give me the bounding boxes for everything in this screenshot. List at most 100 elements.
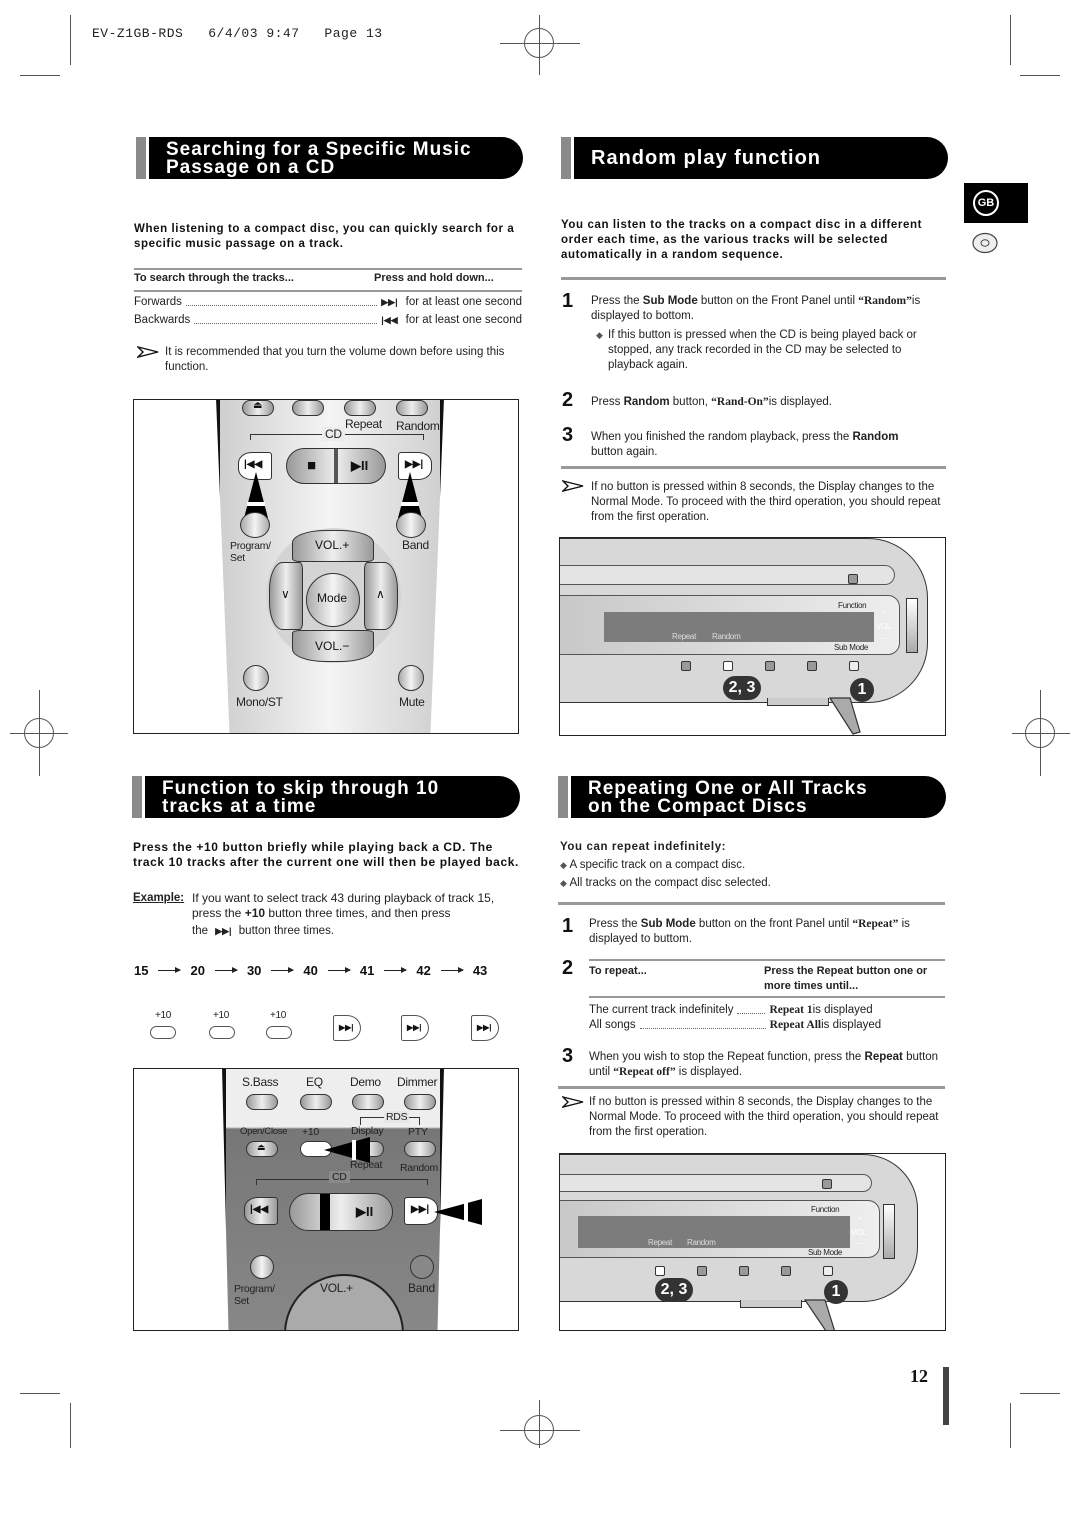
- eject-button[interactable]: ⏏: [242, 400, 274, 416]
- section-title-skip: Function to skip through 10 tracks at a t…: [132, 776, 520, 818]
- open-close-label: Open/Close: [240, 1126, 288, 1137]
- panel-button[interactable]: [681, 661, 691, 671]
- panel-button[interactable]: [848, 574, 858, 584]
- display-label: Display: [351, 1125, 384, 1137]
- panel-button[interactable]: [781, 1266, 791, 1276]
- random-step-3: When you finished the random playback, p…: [591, 431, 899, 458]
- sub-mode-label: Sub Mode: [834, 643, 869, 652]
- step-number: 1: [562, 915, 574, 937]
- demo-button[interactable]: [352, 1094, 384, 1110]
- eq-button[interactable]: [300, 1094, 332, 1110]
- random-button[interactable]: [396, 400, 428, 416]
- duration-label: for at least one second: [405, 296, 522, 308]
- band-button[interactable]: [396, 512, 426, 538]
- pty-random-button[interactable]: [404, 1141, 436, 1157]
- volume-slider[interactable]: [883, 1204, 895, 1259]
- mono-st-button[interactable]: [243, 665, 269, 691]
- open-close-button[interactable]: ⏏: [246, 1141, 278, 1157]
- skip-forward-icon: ▶▶|: [381, 296, 398, 307]
- up-button[interactable]: ∧: [364, 562, 398, 630]
- repeat-panel-button[interactable]: [655, 1266, 665, 1276]
- arrow-right-icon: [384, 967, 408, 973]
- plus10-button[interactable]: [209, 1026, 235, 1039]
- cd-label: CD: [329, 1171, 350, 1183]
- remote-figure-search: ⏏ Repeat Random CD |◀◀ ■ ▶II ▶▶| Program…: [133, 399, 519, 734]
- registration-mark: [39, 690, 40, 776]
- next-track-button[interactable]: ▶▶|: [404, 1197, 438, 1225]
- program-set-button[interactable]: [240, 512, 270, 538]
- vol-label: VOL.: [851, 1228, 869, 1237]
- diamond-bullet-icon: ◆: [560, 860, 567, 870]
- panel-button[interactable]: [807, 661, 817, 671]
- plus10-label: +10: [155, 1010, 172, 1021]
- note-arrow-icon: [562, 1096, 584, 1108]
- note-arrow-icon: [562, 480, 584, 492]
- crop-mark: [20, 1393, 60, 1394]
- stop-play-button[interactable]: ■ ▶II: [286, 448, 386, 484]
- arrow-right-icon: [214, 967, 238, 973]
- dimmer-label: Dimmer: [397, 1075, 438, 1089]
- sub-mode-panel-button[interactable]: [849, 661, 859, 671]
- search-intro: When listening to a compact disc, you ca…: [134, 223, 515, 250]
- remote-figure-skip: S.Bass EQ Demo Dimmer RDS Open/Close +10…: [133, 1068, 519, 1331]
- vol-up-button[interactable]: VOL.+: [292, 530, 374, 562]
- stop-play-button[interactable]: ▶II: [289, 1193, 393, 1231]
- panel-button[interactable]: [697, 1266, 707, 1276]
- band-button[interactable]: [410, 1255, 434, 1279]
- section-title-random: Random play function: [561, 137, 948, 179]
- next-track-button[interactable]: ▶▶|: [333, 1015, 361, 1041]
- mode-button[interactable]: Mode: [306, 573, 360, 627]
- panel-button[interactable]: [822, 1179, 832, 1189]
- crop-mark: [1010, 15, 1011, 65]
- repeat-button[interactable]: [344, 400, 376, 416]
- crop-mark: [70, 1403, 71, 1448]
- header-right: Press and hold down...: [374, 272, 494, 284]
- skip-forward-icon: ▶▶|: [215, 926, 232, 936]
- step-number: 3: [562, 1045, 574, 1067]
- search-row-forwards: Forwards ▶▶| for at least one second: [134, 296, 522, 308]
- step-badge: 2, 3: [655, 1278, 693, 1302]
- track-number: 41: [359, 963, 375, 978]
- mono-st-label: Mono/ST: [236, 695, 283, 709]
- program-set-button[interactable]: [250, 1255, 274, 1279]
- panel-stand: [828, 697, 861, 735]
- track-number: 30: [246, 963, 262, 978]
- divider: [561, 277, 946, 280]
- random-panel-button[interactable]: [723, 661, 733, 671]
- repeat-row: All songs Repeat All is displayed: [589, 1019, 882, 1031]
- diamond-bullet-icon: ◆: [560, 878, 567, 888]
- direction-label: Backwards: [134, 314, 191, 326]
- rds-label: RDS: [384, 1111, 410, 1123]
- section-title-text: Searching for a Specific Music Passage on…: [166, 139, 472, 178]
- next-track-button[interactable]: ▶▶|: [401, 1015, 429, 1041]
- next-track-button[interactable]: ▶▶|: [471, 1015, 499, 1041]
- vol-down-button[interactable]: VOL.−: [292, 630, 374, 662]
- volume-slider[interactable]: [906, 598, 918, 653]
- skip-intro: Press the +10 button briefly while playi…: [133, 840, 519, 869]
- registration-mark: [539, 1400, 540, 1448]
- sbass-button[interactable]: [246, 1094, 278, 1110]
- panel-button[interactable]: [739, 1266, 749, 1276]
- band-label: Band: [408, 1281, 435, 1295]
- plus10-button[interactable]: [266, 1026, 292, 1039]
- section-title-search: Searching for a Specific Music Passage on…: [136, 137, 523, 179]
- sub-mode-panel-button[interactable]: [823, 1266, 833, 1276]
- repeat-table-header-right: Press the Repeat button one or more time…: [764, 965, 928, 992]
- registration-mark: [500, 43, 580, 44]
- program-set-label: Program/ Set: [234, 1283, 275, 1307]
- repeat-row: The current track indefinitely Repeat 1 …: [589, 1004, 873, 1016]
- divider: [134, 290, 522, 292]
- plus10-button[interactable]: [150, 1026, 176, 1039]
- divider: [134, 268, 522, 270]
- plus10-label: +10: [302, 1126, 319, 1138]
- dimmer-button[interactable]: [404, 1094, 436, 1110]
- panel-button[interactable]: [765, 661, 775, 671]
- page-number: 12: [910, 1366, 928, 1386]
- prev-track-button[interactable]: |◀◀: [244, 1197, 278, 1225]
- divider: [558, 1086, 945, 1089]
- mute-button[interactable]: [398, 665, 424, 691]
- remote-button[interactable]: [292, 400, 324, 416]
- demo-label: Demo: [350, 1075, 381, 1089]
- repeat-table-header-left: To repeat...: [589, 965, 647, 977]
- down-button[interactable]: ∨: [269, 562, 303, 630]
